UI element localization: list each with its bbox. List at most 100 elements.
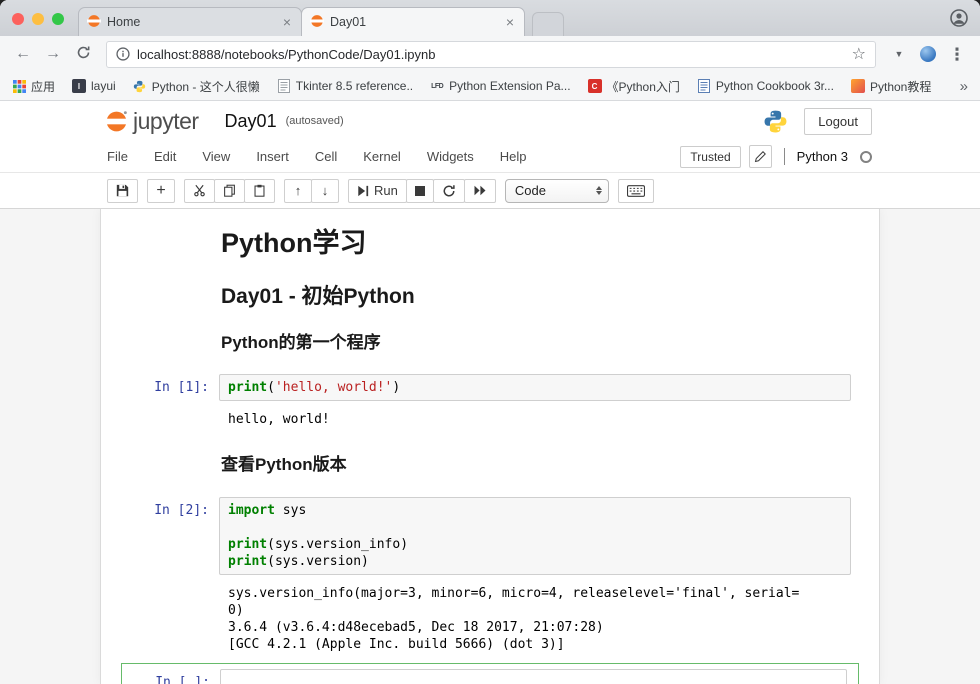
save-button[interactable] [107,179,138,203]
menu-cell[interactable]: Cell [302,149,350,164]
keyboard-icon [627,185,645,197]
notebook-title[interactable]: Day01 [225,111,277,132]
logout-button[interactable]: Logout [804,108,872,135]
markdown-heading[interactable]: Day01 - 初始Python [221,285,849,308]
paste-cell-button[interactable] [244,179,275,203]
jupyter-logo[interactable]: jupyter [104,108,199,135]
menu-kernel[interactable]: Kernel [350,149,414,164]
menu-file[interactable]: File [94,149,141,164]
code-cell[interactable]: In [1]:print('hello, world!') [121,374,859,401]
cell-output: hello, world! [121,409,859,430]
chrome-menu-icon[interactable]: ⋮ [944,46,970,63]
output-prompt [121,583,219,655]
bookmark-label: Python Cookbook 3r... [716,79,834,93]
fullscreen-window-button[interactable] [52,13,64,25]
window-controls [12,13,64,25]
divider [784,148,785,165]
markdown-heading[interactable]: Python的第一个程序 [221,334,849,353]
interrupt-kernel-button[interactable] [406,179,434,203]
tab-strip: Home × Day01 × [0,0,980,36]
minimize-window-button[interactable] [32,13,44,25]
bookmark-item[interactable]: Python教程 [851,78,931,95]
bookmark-label: Python教程 [870,78,931,95]
code-input[interactable]: import sys print(sys.version_info)print(… [219,497,851,575]
kernel-name[interactable]: Python 3 [797,149,848,164]
reload-button[interactable] [70,45,96,64]
browser-tab[interactable]: Day01 × [301,7,525,36]
cell-type-value: Code [515,183,596,198]
save-icon [116,184,129,197]
run-label: Run [374,183,398,198]
bookmark-item[interactable]: llayui [72,79,116,93]
cut-cell-button[interactable] [184,179,215,203]
browser-tab[interactable]: Home × [78,7,302,36]
arrow-down-icon: ↓ [322,183,329,198]
new-tab-button[interactable] [532,12,564,36]
url-text: localhost:8888/notebooks/PythonCode/Day0… [137,47,436,62]
input-prompt: In [ ]: [122,669,220,684]
move-cell-up-button[interactable]: ↑ [284,179,312,203]
command-palette-button[interactable] [618,179,654,203]
tab-title: Home [107,15,275,29]
restart-run-all-button[interactable] [464,179,496,203]
notebook-status-group: Trusted Python 3 [680,145,872,168]
bookmark-item[interactable]: Python Cookbook 3r... [697,79,834,93]
downloads-arrow-icon[interactable]: ▼ [886,50,912,59]
menu-view[interactable]: View [189,149,243,164]
cell-type-select[interactable]: Code [505,179,609,203]
run-cell-button[interactable]: Run [348,179,407,203]
jupyter-header: jupyter Day01 (autosaved) Logout [0,101,980,141]
code-cell[interactable]: In [2]:import sys print(sys.version_info… [121,497,859,575]
bookmarks-bar: 应用 llayui Python - 这个人很懒 Tkinter 8.5 refere… [0,72,980,101]
bookmark-item[interactable]: C《Python入门 [588,78,680,95]
markdown-heading[interactable]: Python学习 [221,229,849,259]
python-logo-icon [763,109,788,134]
output-text: sys.version_info(major=3, minor=6, micro… [219,583,851,655]
add-cell-button[interactable]: + [147,179,175,203]
browser-tabs: Home × Day01 × [78,7,524,36]
move-cell-down-button[interactable]: ↓ [311,179,339,203]
bookmark-label: 应用 [31,78,55,95]
code-input[interactable] [220,669,847,684]
code-cell[interactable]: In [ ]: [121,663,859,684]
menu-edit[interactable]: Edit [141,149,189,164]
layui-bookmark-icon: l [72,79,86,93]
markdown-heading[interactable]: 查看Python版本 [221,456,849,475]
copy-cell-button[interactable] [214,179,245,203]
tab-title: Day01 [330,15,498,29]
bookmarks-overflow-icon[interactable]: » [960,78,968,95]
code-line [229,674,838,684]
code-input[interactable]: print('hello, world!') [219,374,851,401]
bookmark-label: 《Python入门 [607,78,680,95]
restart-kernel-button[interactable] [433,179,465,203]
close-window-button[interactable] [12,13,24,25]
address-bar: ← → localhost:8888/notebooks/PythonCode/… [0,36,980,72]
bookmark-item[interactable]: 应用 [12,78,55,95]
tab-close-icon[interactable]: × [281,15,293,29]
profile-avatar-icon[interactable] [950,9,968,32]
bookmark-label: Python Extension Pa... [449,79,570,93]
feather-bookmark-icon [851,79,865,93]
extension-globe-icon[interactable] [920,46,936,62]
back-button[interactable]: ← [10,46,36,62]
jupyter-logo-icon [104,109,129,134]
url-field[interactable]: localhost:8888/notebooks/PythonCode/Day0… [106,41,876,68]
restart-icon [442,184,456,198]
page-info-icon[interactable] [116,47,130,61]
bookmark-item[interactable]: Tkinter 8.5 reference.. [277,79,413,93]
stop-icon [415,186,425,196]
menu-widgets[interactable]: Widgets [414,149,487,164]
tab-close-icon[interactable]: × [504,15,516,29]
jupyter-wordmark: jupyter [133,108,199,135]
bookmark-item[interactable]: Python - 这个人很懒 [133,78,260,95]
bookmark-label: Tkinter 8.5 reference.. [296,79,413,93]
bookmark-item[interactable]: LFDPython Extension Pa... [430,79,570,93]
menu-help[interactable]: Help [487,149,540,164]
bookmark-star-icon[interactable]: ☆ [852,44,866,64]
forward-button[interactable]: → [40,46,66,62]
python-bookmark-icon [133,79,147,93]
output-text: hello, world! [219,409,851,430]
bookmark-label: layui [91,79,116,93]
trusted-button[interactable]: Trusted [680,146,740,168]
menu-insert[interactable]: Insert [243,149,302,164]
